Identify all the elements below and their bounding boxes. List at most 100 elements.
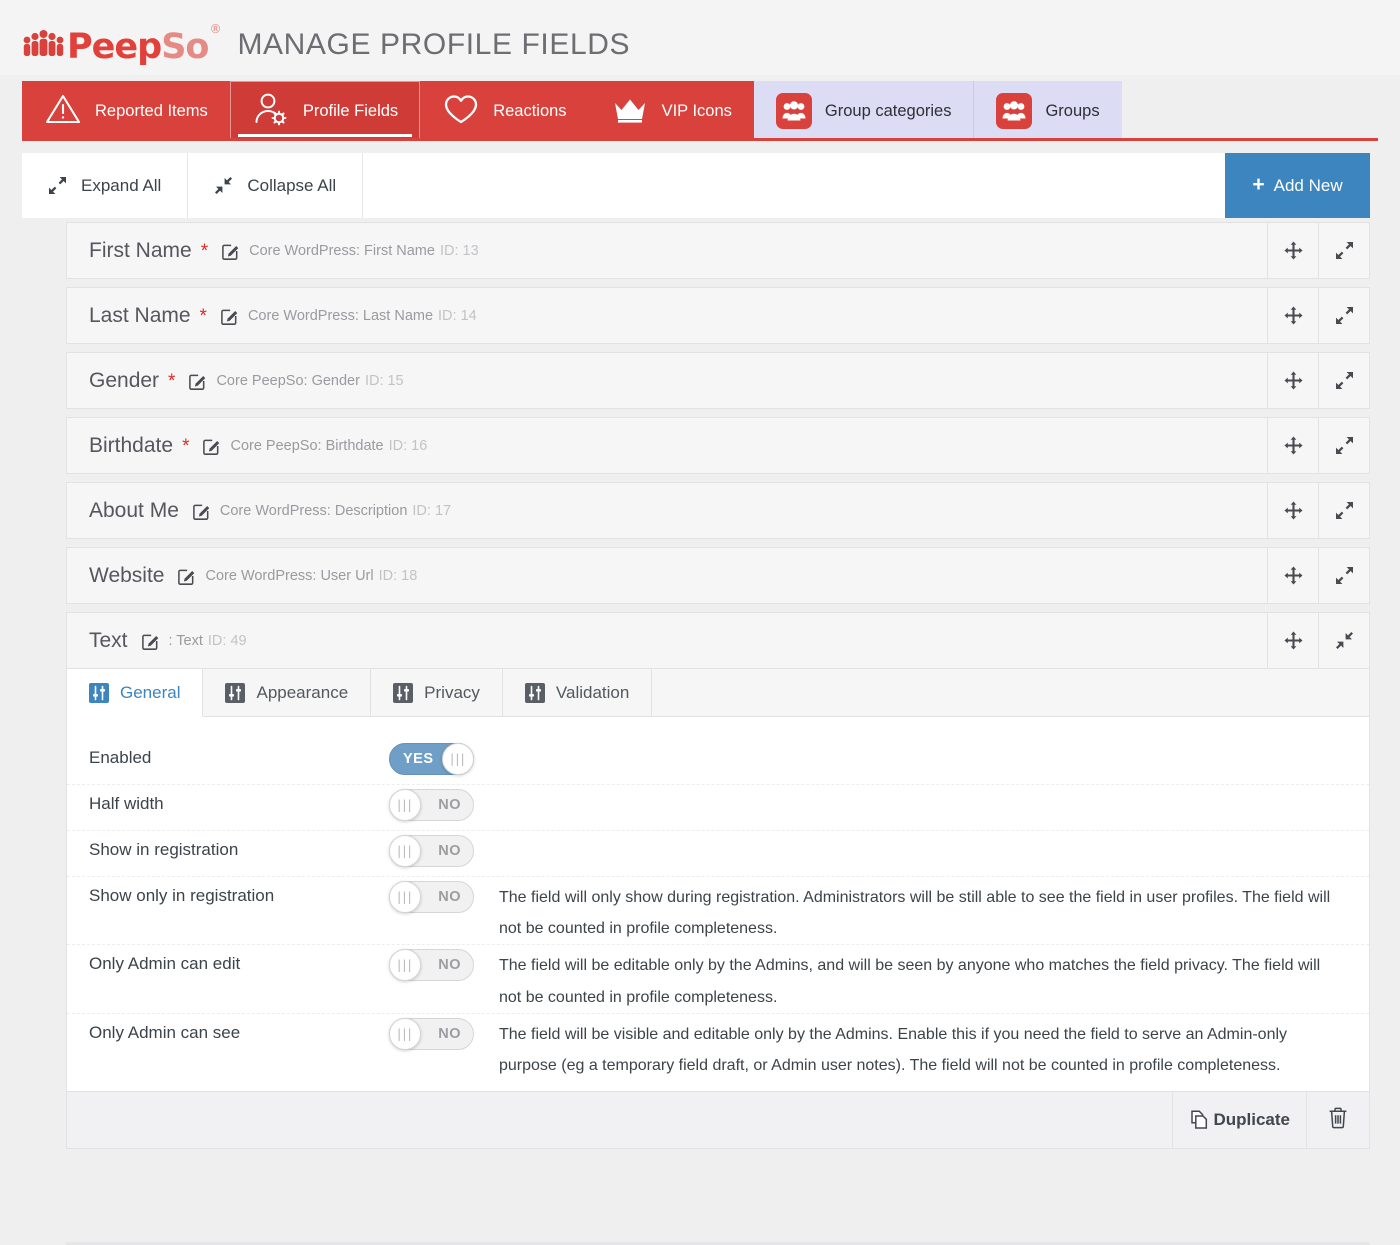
field-title: Last Name	[89, 303, 191, 327]
general-settings: Enabled YES ||| Half width NO ||| Show i…	[67, 717, 1369, 1091]
collapse-all-button[interactable]: Collapse All	[188, 153, 364, 218]
collapse-arrows-icon	[214, 176, 233, 195]
panel-tab-label: General	[120, 682, 181, 702]
toggle-value: NO	[438, 797, 461, 813]
expand-all-button[interactable]: Expand All	[22, 153, 189, 218]
toggle-value: NO	[438, 1025, 461, 1042]
add-new-label: Add New	[1273, 175, 1343, 195]
setting-only-admin-can-see: Only Admin can see NO ||| The field will…	[67, 1014, 1369, 1081]
field-row-text[interactable]: Text : Text ID: 49	[66, 612, 1370, 669]
expand-row-button[interactable]	[1318, 288, 1369, 343]
field-row-last-name[interactable]: Last Name * Core WordPress: Last Name ID…	[66, 287, 1370, 344]
setting-control: YES |||	[389, 739, 499, 775]
panel-tab-general[interactable]: General	[67, 669, 204, 717]
edit-pencil-icon[interactable]	[192, 502, 211, 521]
duplicate-button[interactable]: Duplicate	[1172, 1092, 1306, 1149]
field-row-main: Text : Text ID: 49	[67, 613, 1267, 668]
tab-profile-fields[interactable]: Profile Fields	[229, 81, 421, 141]
field-row-first-name[interactable]: First Name * Core WordPress: First Name …	[66, 222, 1370, 279]
field-meta: Core WordPress: First Name	[249, 242, 435, 259]
setting-show-only-in-registration: Show only in registration NO ||| The fie…	[67, 877, 1369, 946]
expand-row-button[interactable]	[1318, 353, 1369, 408]
panel-tab-validation[interactable]: Validation	[503, 669, 653, 716]
field-row-actions	[1267, 223, 1369, 278]
field-row-actions	[1267, 418, 1369, 473]
edit-pencil-icon[interactable]	[141, 632, 160, 651]
field-row-actions	[1267, 353, 1369, 408]
show-in-registration-toggle[interactable]: NO |||	[389, 835, 474, 867]
tab-reported-items[interactable]: Reported Items	[22, 81, 230, 141]
expand-row-button[interactable]	[1318, 223, 1369, 278]
setting-enabled: Enabled YES |||	[67, 739, 1369, 785]
only-admin-can-edit-toggle[interactable]: NO |||	[389, 949, 474, 982]
field-row-birthdate[interactable]: Birthdate * Core PeepSo: Birthdate ID: 1…	[66, 417, 1370, 474]
toggle-value: NO	[438, 957, 461, 974]
move-handle[interactable]	[1267, 613, 1318, 668]
field-meta: Core WordPress: User Url	[205, 567, 374, 584]
crown-icon	[611, 94, 649, 129]
tab-groups[interactable]: Groups	[973, 81, 1122, 141]
move-handle[interactable]	[1267, 353, 1318, 408]
sliders-icon	[89, 682, 109, 703]
setting-show-in-registration: Show in registration NO |||	[67, 831, 1369, 877]
field-title: First Name	[89, 238, 192, 262]
logo-peep-text: Peep	[67, 27, 162, 67]
field-row-actions	[1267, 548, 1369, 603]
setting-description: The field will be editable only by the A…	[499, 957, 1321, 1006]
field-row-main: About Me Core WordPress: Description ID:…	[67, 483, 1267, 538]
group-people-icon	[996, 93, 1033, 129]
edit-pencil-icon[interactable]	[177, 567, 196, 586]
tab-group-categories[interactable]: Group categories	[753, 81, 974, 141]
expand-row-button[interactable]	[1318, 418, 1369, 473]
sliders-icon	[524, 682, 545, 703]
toggle-value: NO	[438, 843, 461, 859]
page-title: MANAGE PROFILE FIELDS	[237, 28, 631, 61]
field-id: ID: 18	[378, 567, 418, 584]
tab-reactions[interactable]: Reactions	[420, 81, 589, 141]
peepso-people-icon	[22, 29, 66, 64]
main-tabbar: Reported Items Profile Fields Reactions	[22, 81, 1122, 141]
setting-control: NO |||	[389, 877, 499, 913]
profile-fields-list: First Name * Core WordPress: First Name …	[66, 222, 1370, 1150]
only-admin-can-see-toggle[interactable]: NO |||	[389, 1017, 474, 1050]
half-width-toggle[interactable]: NO |||	[389, 789, 474, 821]
panel-tab-appearance[interactable]: Appearance	[203, 669, 372, 716]
tab-label: Profile Fields	[302, 101, 399, 120]
expand-row-button[interactable]	[1318, 483, 1369, 538]
delete-button[interactable]	[1306, 1092, 1369, 1149]
tab-vip-icons[interactable]: VIP Icons	[588, 81, 754, 141]
peepso-logo: PeepSo®	[22, 22, 221, 67]
move-handle[interactable]	[1267, 223, 1318, 278]
toggle-value: NO	[438, 889, 461, 905]
field-row-main: Last Name * Core WordPress: Last Name ID…	[67, 288, 1267, 343]
field-id: ID: 49	[207, 632, 247, 649]
field-title: Gender	[89, 368, 160, 392]
tab-label: VIP Icons	[661, 101, 732, 120]
panel-tab-privacy[interactable]: Privacy	[371, 669, 503, 716]
collapse-row-button[interactable]	[1318, 613, 1369, 668]
move-handle[interactable]	[1267, 418, 1318, 473]
toggle-knob: |||	[389, 1017, 421, 1050]
expand-row-button[interactable]	[1318, 548, 1369, 603]
add-new-button[interactable]: + Add New	[1225, 153, 1370, 218]
sliders-icon	[225, 682, 246, 703]
setting-description	[499, 785, 1347, 790]
heart-icon	[442, 92, 480, 131]
enabled-toggle[interactable]: YES |||	[389, 743, 474, 775]
logo-registered-mark: ®	[209, 22, 221, 37]
show-only-in-registration-toggle[interactable]: NO |||	[389, 881, 474, 913]
field-row-about-me[interactable]: About Me Core WordPress: Description ID:…	[66, 482, 1370, 539]
edit-pencil-icon[interactable]	[188, 372, 207, 391]
edit-pencil-icon[interactable]	[221, 242, 240, 261]
toggle-knob: |||	[389, 835, 421, 867]
edit-pencil-icon[interactable]	[202, 437, 221, 456]
setting-label: Show in registration	[89, 840, 239, 859]
setting-label: Enabled	[89, 748, 152, 767]
move-handle[interactable]	[1267, 288, 1318, 343]
move-handle[interactable]	[1267, 548, 1318, 603]
move-handle[interactable]	[1267, 483, 1318, 538]
field-row-gender[interactable]: Gender * Core PeepSo: Gender ID: 15	[66, 352, 1370, 409]
edit-pencil-icon[interactable]	[220, 307, 239, 326]
field-row-website[interactable]: Website Core WordPress: User Url ID: 18	[66, 547, 1370, 604]
field-row-actions	[1267, 483, 1369, 538]
